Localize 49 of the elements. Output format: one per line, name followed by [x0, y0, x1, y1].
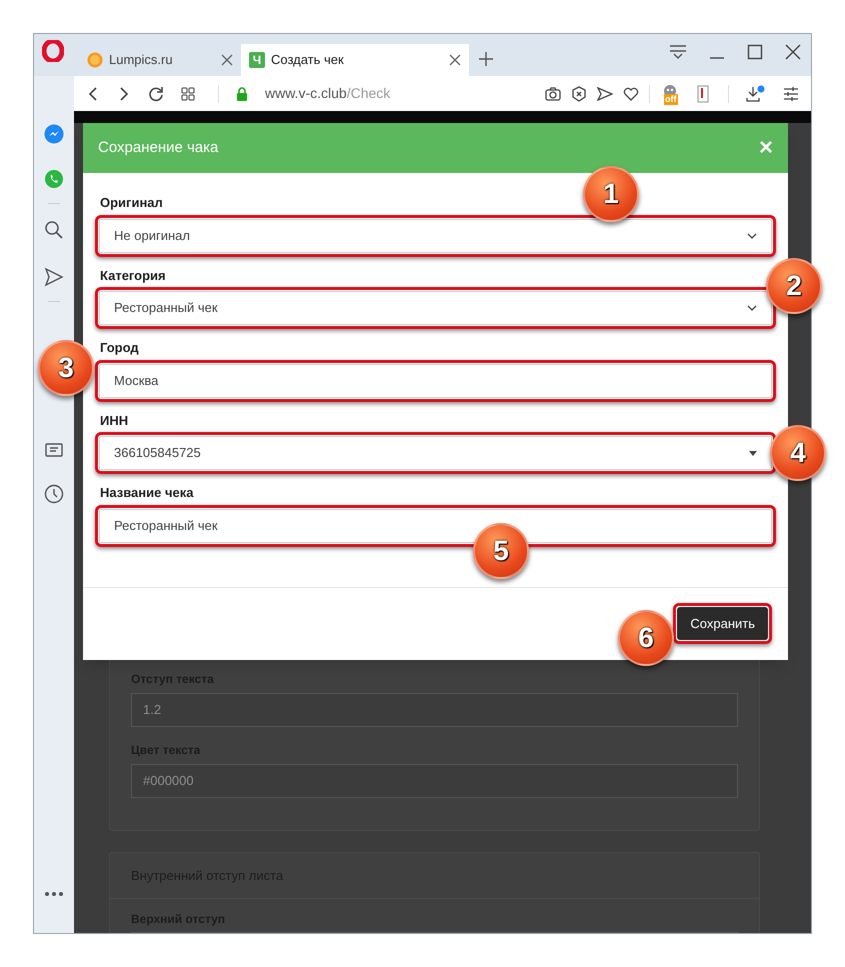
chevron-down-icon — [747, 232, 757, 238]
send-icon[interactable] — [597, 86, 613, 102]
browser-tab[interactable]: Lumpics.ru — [79, 44, 241, 76]
dropdown[interactable]: 366105845725 — [99, 436, 772, 470]
field-label: Оригинал — [100, 194, 163, 212]
close-icon[interactable] — [449, 54, 461, 66]
input-field: #000000 — [131, 764, 738, 798]
save-button[interactable]: Сохранить — [677, 607, 768, 640]
settings-icon[interactable] — [783, 86, 799, 102]
maximize-icon[interactable] — [747, 44, 763, 60]
dropdown[interactable]: Ресторанный чек — [99, 291, 772, 325]
notebook-icon[interactable] — [696, 84, 710, 102]
tab-title: Lumpics.ru — [109, 51, 174, 70]
fruit-icon — [87, 52, 103, 68]
url-path: /Check — [346, 85, 390, 101]
badge: off — [664, 94, 678, 104]
close-icon[interactable] — [785, 44, 801, 60]
close-icon[interactable] — [221, 54, 233, 66]
modal-title: Сохранение чака — [98, 138, 218, 158]
url-host: www.v-c.club — [265, 85, 347, 101]
more-icon[interactable] — [44, 891, 64, 897]
block-icon[interactable] — [571, 86, 587, 102]
tab-title: Создать чек — [271, 51, 345, 70]
field-label: ИНН — [100, 412, 128, 430]
send-icon[interactable] — [44, 267, 64, 287]
grid-icon[interactable] — [181, 86, 195, 100]
chevron-down-icon — [747, 305, 757, 311]
clock-icon[interactable] — [44, 484, 64, 504]
url-field[interactable]: www.v-c.club/Check — [265, 83, 528, 104]
dropdown[interactable]: Не оригинал — [99, 218, 772, 252]
download-icon[interactable] — [745, 84, 765, 102]
input-field[interactable]: Москва — [99, 364, 772, 398]
reload-icon[interactable] — [148, 86, 164, 102]
input-field: 1.2 — [131, 693, 738, 727]
messenger-icon[interactable] — [44, 124, 64, 144]
field-label: Название чека — [100, 484, 194, 502]
tab-menu-icon[interactable] — [669, 44, 687, 60]
new-tab-icon[interactable] — [479, 52, 493, 66]
favicon-icon: Ч — [249, 52, 265, 68]
lock-icon — [236, 86, 248, 100]
opera-logo-icon[interactable] — [42, 40, 64, 62]
heart-icon[interactable] — [623, 86, 639, 102]
browser-tab[interactable]: Ч Создать чек — [241, 44, 469, 76]
search-icon[interactable] — [44, 220, 64, 240]
whatsapp-icon[interactable] — [44, 169, 64, 189]
camera-icon[interactable] — [545, 86, 561, 102]
field-label: Город — [100, 339, 139, 357]
field-label: Категория — [100, 266, 166, 285]
caret-down-icon — [749, 450, 757, 456]
